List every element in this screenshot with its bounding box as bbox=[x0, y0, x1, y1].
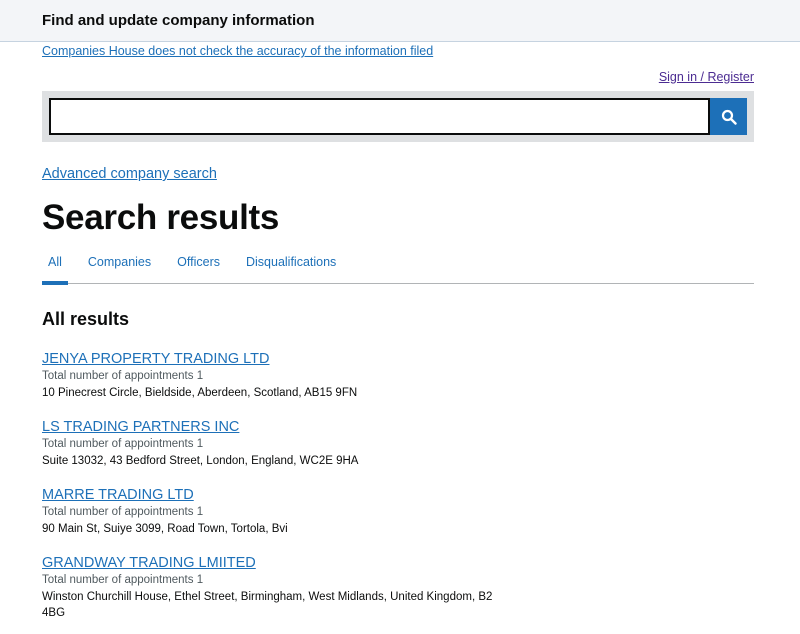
list-item: JENYA PROPERTY TRADING LTD Total number … bbox=[42, 350, 754, 401]
result-appointments: Total number of appointments 1 bbox=[42, 370, 204, 382]
search-button[interactable] bbox=[710, 98, 747, 135]
result-address: Suite 13032, 43 Bedford Street, London, … bbox=[42, 455, 359, 467]
result-appointments: Total number of appointments 1 bbox=[42, 438, 204, 450]
list-item: LS TRADING PARTNERS INC Total number of … bbox=[42, 418, 754, 469]
results-tabs: All Companies Officers Disqualifications bbox=[42, 253, 754, 285]
tab-disqualifications[interactable]: Disqualifications bbox=[240, 253, 342, 284]
result-title-link[interactable]: GRANDWAY TRADING LMIITED bbox=[42, 554, 256, 572]
result-appointments: Total number of appointments 1 bbox=[42, 574, 204, 586]
tab-companies[interactable]: Companies bbox=[82, 253, 157, 284]
tab-all[interactable]: All bbox=[42, 253, 68, 285]
results-list: JENYA PROPERTY TRADING LTD Total number … bbox=[42, 350, 754, 621]
tab-officers[interactable]: Officers bbox=[171, 253, 226, 284]
result-appointments: Total number of appointments 1 bbox=[42, 506, 204, 518]
page-title: Search results bbox=[42, 198, 280, 237]
site-header: Find and update company information bbox=[0, 0, 800, 42]
advanced-search-link[interactable]: Advanced company search bbox=[42, 166, 217, 182]
result-title-link[interactable]: JENYA PROPERTY TRADING LTD bbox=[42, 350, 270, 368]
list-item: MARRE TRADING LTD Total number of appoin… bbox=[42, 486, 754, 537]
result-address: 10 Pinecrest Circle, Bieldside, Aberdeen… bbox=[42, 387, 358, 399]
search-input[interactable] bbox=[49, 98, 710, 135]
result-title-link[interactable]: MARRE TRADING LTD bbox=[42, 486, 194, 504]
sign-in-register-link[interactable]: Sign in / Register bbox=[659, 70, 754, 84]
accuracy-disclaimer-link[interactable]: Companies House does not check the accur… bbox=[42, 44, 433, 59]
result-title-link[interactable]: LS TRADING PARTNERS INC bbox=[42, 418, 239, 436]
search-bar bbox=[42, 91, 754, 142]
list-item: GRANDWAY TRADING LMIITED Total number of… bbox=[42, 554, 754, 621]
search-icon bbox=[721, 109, 737, 125]
account-bar: Sign in / Register bbox=[42, 60, 754, 84]
results-section-title: All results bbox=[42, 309, 130, 329]
main-container: Companies House does not check the accur… bbox=[0, 42, 800, 621]
result-address: Winston Churchill House, Ethel Street, B… bbox=[42, 591, 493, 619]
service-name[interactable]: Find and update company information bbox=[42, 12, 315, 29]
result-address: 90 Main St, Suiye 3099, Road Town, Torto… bbox=[42, 523, 288, 535]
